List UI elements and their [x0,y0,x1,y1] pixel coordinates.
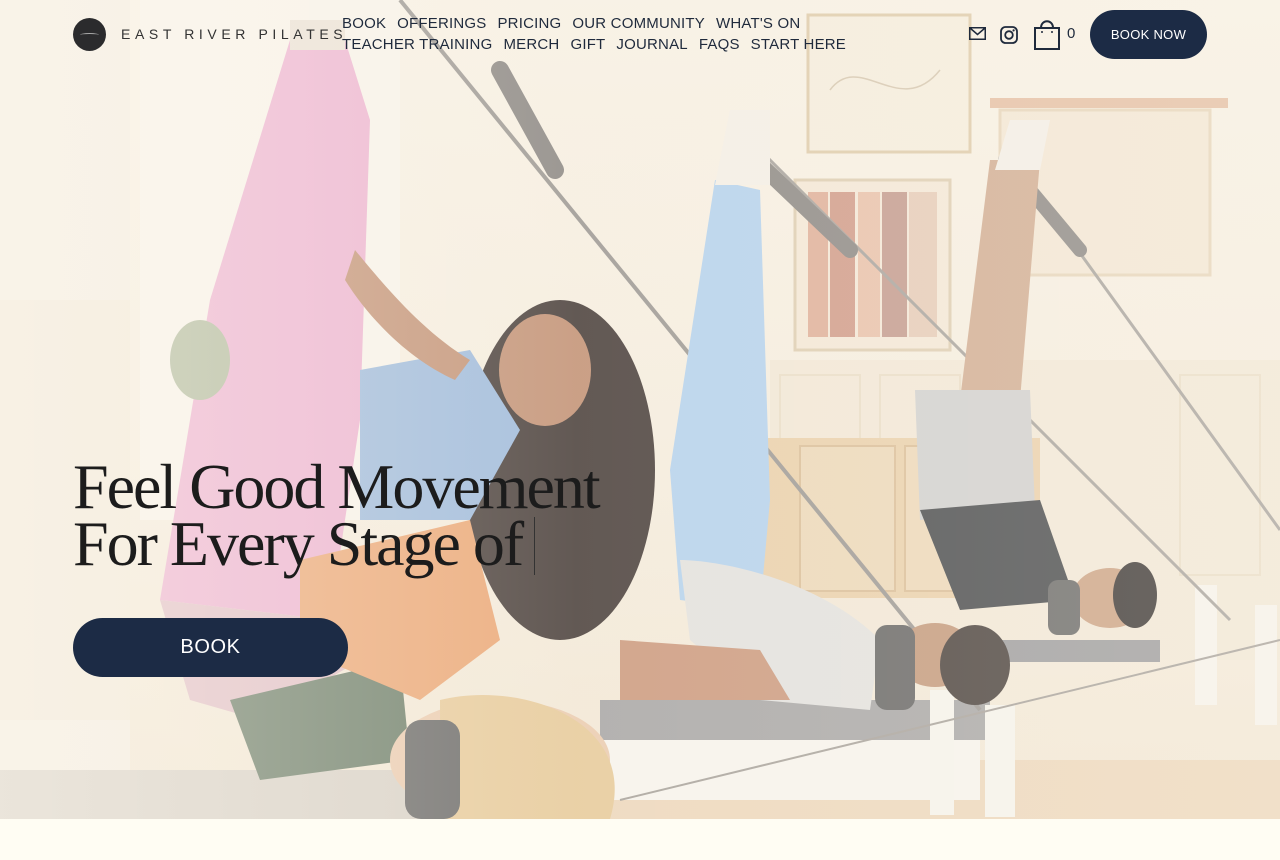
hero-headline-line-2: For Every Stage of [73,512,599,576]
page-background-strip [0,819,1280,860]
hero-section [0,0,1280,819]
book-now-button[interactable]: BOOK NOW [1090,10,1207,59]
hero-headline-line-1: Feel Good Movement [73,451,601,522]
hero-headline: Feel Good Movement For Every Stage of [73,451,601,576]
site-header: EAST RIVER PILATES BOOK OFFERINGS PRICIN… [0,0,1280,70]
nav-item-faqs[interactable]: FAQS [699,35,740,54]
cart-count[interactable]: 0 [1067,25,1075,42]
nav-item-our-community[interactable]: OUR COMMUNITY [572,14,705,33]
shopping-bag-icon[interactable] [1033,18,1061,50]
brand-name[interactable]: EAST RIVER PILATES [121,26,347,42]
main-nav: BOOK OFFERINGS PRICING OUR COMMUNITY WHA… [342,14,952,54]
nav-item-whats-on[interactable]: WHAT'S ON [716,14,800,33]
nav-item-pricing[interactable]: PRICING [497,14,561,33]
nav-item-start-here[interactable]: START HERE [751,35,846,54]
hero-overlay [0,0,1280,819]
typing-cursor [534,517,536,575]
logo-icon[interactable] [73,18,106,51]
nav-item-teacher-training[interactable]: TEACHER TRAINING [342,35,492,54]
mail-icon[interactable] [969,27,986,40]
nav-item-journal[interactable]: JOURNAL [616,35,687,54]
book-button[interactable]: BOOK [73,618,348,677]
nav-item-offerings[interactable]: OFFERINGS [397,14,486,33]
nav-item-book[interactable]: BOOK [342,14,386,33]
instagram-icon[interactable] [1000,26,1018,44]
nav-item-merch[interactable]: MERCH [503,35,559,54]
hero-headline-line-2-text: For Every Stage of [73,508,524,579]
nav-item-gift[interactable]: GIFT [570,35,605,54]
